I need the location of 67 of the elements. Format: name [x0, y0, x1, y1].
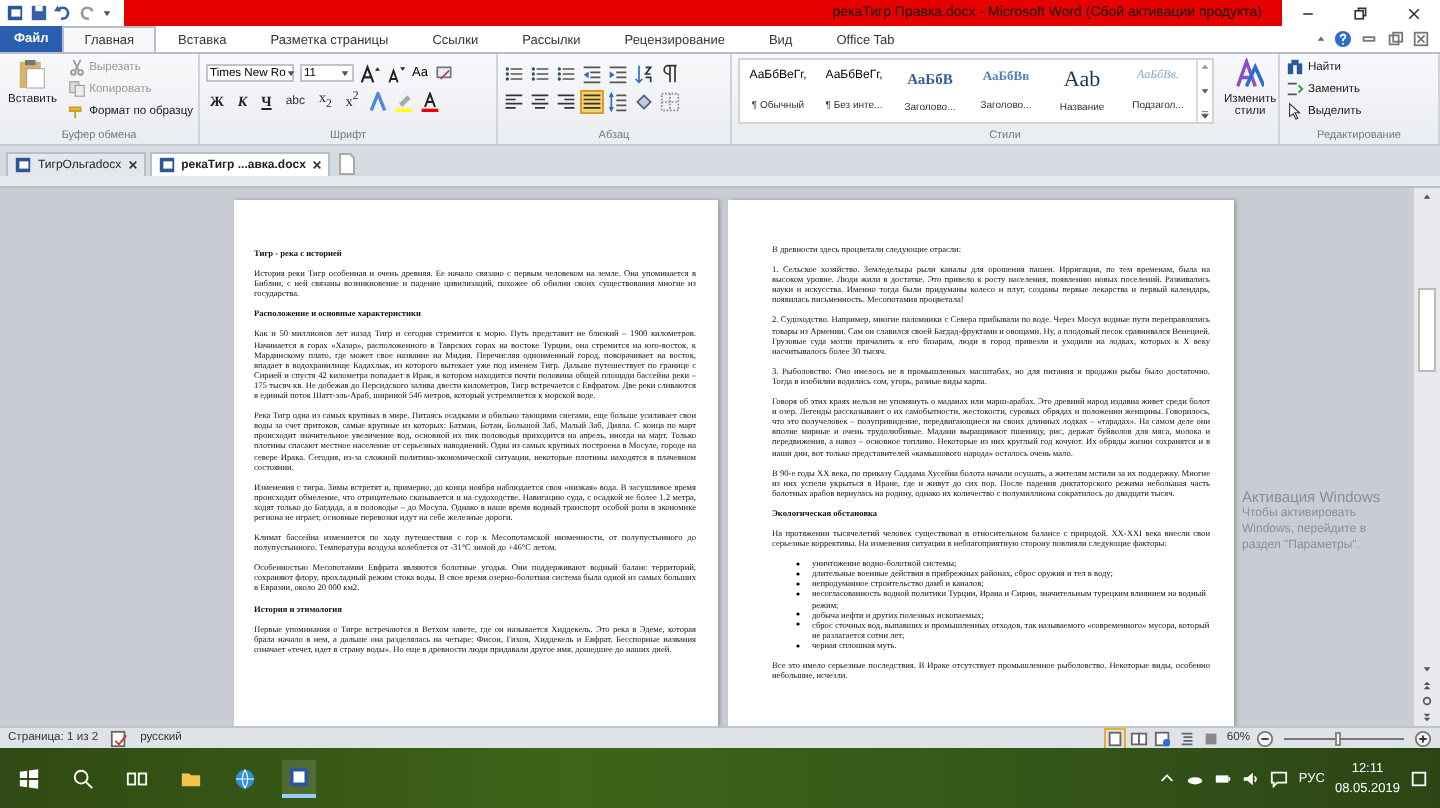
alignment-icon[interactable]	[582, 91, 602, 111]
proofing-icon[interactable]	[110, 729, 129, 747]
print-layout-icon[interactable]	[1106, 729, 1125, 747]
alignment-icon[interactable]	[556, 91, 576, 111]
notification-icon[interactable]	[1410, 769, 1428, 787]
scroll-up-icon[interactable]	[1422, 192, 1432, 202]
web-layout-icon[interactable]	[1154, 729, 1173, 747]
scroll-down-icon[interactable]	[1422, 664, 1432, 674]
minimize-icon[interactable]	[1360, 30, 1378, 48]
close-icon[interactable]	[311, 160, 322, 170]
scroll-up-icon[interactable]	[1200, 62, 1210, 72]
list-icon[interactable]	[504, 63, 524, 83]
shading-icon[interactable]	[634, 91, 654, 111]
binoculars-icon	[1286, 58, 1304, 76]
dropdown-caret-icon[interactable]	[340, 68, 350, 78]
scissors-icon	[67, 58, 86, 76]
text-effects-icon[interactable]	[368, 91, 389, 111]
document-icon	[157, 156, 176, 174]
reading-view-icon[interactable]	[1130, 729, 1149, 747]
volume-icon[interactable]	[1242, 769, 1261, 787]
message-icon[interactable]	[1270, 769, 1289, 787]
styles-icon	[1236, 58, 1265, 90]
close-icon[interactable]	[1405, 5, 1422, 21]
copy-icon	[67, 80, 86, 98]
next-page-icon[interactable]	[1422, 712, 1432, 722]
scroll-thumb[interactable]	[1418, 288, 1436, 372]
line-spacing-icon[interactable]	[608, 91, 628, 111]
decrease-indent-icon[interactable]	[582, 63, 602, 83]
shrink-font-icon[interactable]	[386, 63, 406, 83]
paintbrush-icon	[67, 102, 86, 120]
redo-icon[interactable]	[78, 4, 96, 22]
clear-formatting-icon[interactable]	[433, 63, 454, 83]
draft-view-icon[interactable]	[1202, 729, 1221, 747]
collapse-ribbon-icon[interactable]	[1316, 34, 1326, 44]
pilcrow-icon[interactable]	[660, 63, 680, 83]
dropdown-caret-icon[interactable]	[102, 8, 112, 18]
list-icon[interactable]	[530, 63, 550, 83]
zoom-out-icon[interactable]	[1256, 729, 1274, 747]
cursor-icon	[1286, 102, 1304, 120]
close-icon[interactable]	[127, 160, 138, 170]
increase-indent-icon[interactable]	[608, 63, 628, 83]
vertical-scrollbar[interactable]	[1412, 188, 1440, 726]
dropdown-caret-icon[interactable]	[285, 68, 296, 78]
scroll-down-icon[interactable]	[1200, 86, 1210, 96]
document-app-icon[interactable]	[282, 759, 316, 797]
outline-view-icon[interactable]	[1178, 729, 1197, 747]
document-icon	[14, 156, 32, 174]
save-icon[interactable]	[30, 4, 48, 22]
grow-font-icon[interactable]	[360, 63, 380, 83]
undo-icon[interactable]	[54, 4, 72, 22]
zoom-in-icon[interactable]	[1414, 729, 1432, 747]
slider-thumb[interactable]	[1335, 731, 1341, 745]
alignment-icon[interactable]	[530, 91, 550, 111]
browse-object-icon[interactable]	[1422, 696, 1432, 706]
show-hidden-icons-icon[interactable]	[1158, 769, 1177, 787]
clipboard-icon	[18, 58, 47, 90]
sort-icon[interactable]	[634, 63, 654, 83]
previous-page-icon[interactable]	[1422, 680, 1432, 690]
help-icon[interactable]	[1334, 30, 1352, 48]
list-icon[interactable]	[556, 63, 576, 83]
battery-icon[interactable]	[1214, 769, 1233, 787]
alignment-icon[interactable]	[504, 91, 524, 111]
restore-icon[interactable]	[1352, 5, 1369, 21]
more-icon[interactable]	[1200, 110, 1210, 120]
font-color-icon[interactable]	[420, 91, 441, 111]
borders-icon[interactable]	[660, 91, 680, 111]
replace-icon	[1286, 80, 1304, 98]
